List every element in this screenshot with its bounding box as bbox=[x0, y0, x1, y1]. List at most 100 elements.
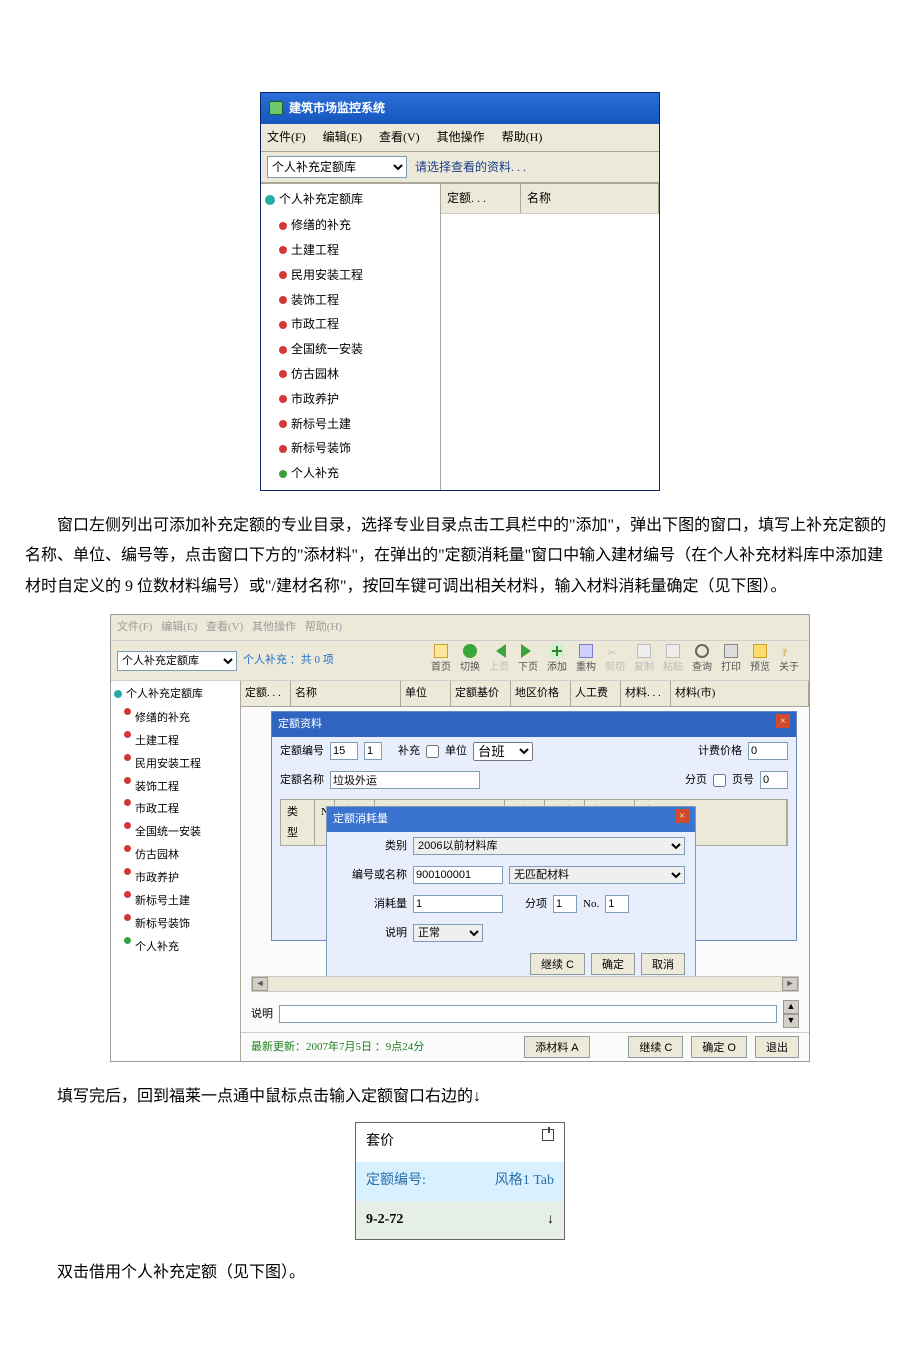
tree-item[interactable]: 民用安装工程 bbox=[124, 753, 237, 776]
name-label: 定额名称 bbox=[280, 770, 324, 791]
tree-item[interactable]: 仿古园林 bbox=[124, 844, 237, 867]
scroll-right-icon[interactable]: ► bbox=[782, 977, 798, 991]
copy-button[interactable]: 复制 bbox=[630, 644, 658, 677]
code2-input[interactable] bbox=[364, 742, 382, 760]
node-icon bbox=[124, 708, 131, 715]
page-no-input[interactable] bbox=[760, 771, 788, 789]
tree-item[interactable]: 民用安装工程 bbox=[279, 263, 436, 288]
main-area: 定额. . . 名称 单位 定额基价 地区价格 人工费 材料. . . 材料(市… bbox=[241, 681, 809, 1061]
tree-root[interactable]: 个人补充定额库 bbox=[265, 188, 436, 211]
vertical-stepper[interactable]: ▲ ▼ bbox=[783, 1000, 799, 1028]
paragraph-3: 双击借用个人补充定额（见下图）。 bbox=[25, 1258, 895, 1288]
sub-input[interactable] bbox=[553, 895, 577, 913]
tree-item[interactable]: 新标号装饰 bbox=[124, 913, 237, 936]
library-select[interactable]: 个人补充定额库 bbox=[117, 651, 237, 671]
match-select[interactable]: 无匹配材料 bbox=[509, 866, 685, 884]
node-icon bbox=[279, 370, 287, 378]
menu-other[interactable]: 其他操作 bbox=[437, 130, 485, 144]
add-button[interactable]: 添加 bbox=[543, 644, 571, 677]
tree-item[interactable]: 市政养护 bbox=[279, 387, 436, 412]
content-area: 个人补充定额库 修缮的补充 土建工程 民用安装工程 装饰工程 市政工程 全国统一… bbox=[261, 183, 659, 490]
exit-button[interactable]: 退出 bbox=[755, 1036, 799, 1058]
code1-input[interactable] bbox=[330, 742, 358, 760]
update-label: 最新更新：2007年7月5日 ：9点24分 bbox=[251, 1037, 424, 1058]
col: 类型 bbox=[281, 800, 315, 846]
menu-view[interactable]: 查看(V) bbox=[206, 621, 243, 633]
category-select[interactable]: 2006以前材料库 bbox=[413, 837, 685, 855]
scroll-left-icon[interactable]: ◄ bbox=[252, 977, 268, 991]
menu-view[interactable]: 查看(V) bbox=[379, 130, 420, 144]
name-input[interactable] bbox=[330, 771, 480, 789]
tree-item[interactable]: 全国统一安装 bbox=[279, 337, 436, 362]
menu-file[interactable]: 文件(F) bbox=[267, 130, 306, 144]
search-button[interactable]: 查询 bbox=[688, 644, 716, 677]
menubar: 文件(F) 编辑(E) 查看(V) 其他操作 帮助(H) bbox=[261, 124, 659, 152]
menu-edit[interactable]: 编辑(E) bbox=[161, 621, 197, 633]
print-button[interactable]: 打印 bbox=[717, 644, 745, 677]
library-select[interactable]: 个人补充定额库 bbox=[267, 156, 407, 178]
prev-button[interactable]: 上页 bbox=[485, 644, 513, 677]
down-arrow-icon[interactable]: ↓ bbox=[547, 1207, 554, 1234]
home-button[interactable]: 首页 bbox=[427, 644, 455, 677]
tree-item[interactable]: 新标号土建 bbox=[124, 890, 237, 913]
tree-item[interactable]: 市政工程 bbox=[124, 798, 237, 821]
desc-select[interactable]: 正常 bbox=[413, 924, 483, 942]
tree-item[interactable]: 装饰工程 bbox=[124, 776, 237, 799]
menu-other[interactable]: 其他操作 bbox=[252, 621, 296, 633]
next-icon bbox=[521, 644, 535, 658]
next-button[interactable]: 下页 bbox=[514, 644, 542, 677]
ok-button[interactable]: 确定 O bbox=[691, 1036, 747, 1058]
horizontal-scrollbar[interactable]: ◄ ► bbox=[251, 976, 799, 992]
close-button[interactable]: × bbox=[675, 809, 689, 823]
price-title: 套价 bbox=[366, 1129, 394, 1156]
node-icon bbox=[124, 845, 131, 852]
app-icon bbox=[269, 101, 283, 115]
tree-item[interactable]: 全国统一安装 bbox=[124, 821, 237, 844]
menu-edit[interactable]: 编辑(E) bbox=[323, 130, 362, 144]
price-input[interactable] bbox=[748, 742, 788, 760]
paragraph-2: 填写完后，回到福莱一点通中鼠标点击输入定额窗口右边的↓ bbox=[25, 1082, 895, 1112]
price-panel: 套价 定额编号: 风格1 Tab 9-2-72 ↓ bbox=[355, 1122, 565, 1240]
tree-root[interactable]: 个人补充定额库 bbox=[114, 684, 237, 705]
menu-file[interactable]: 文件(F) bbox=[117, 621, 152, 633]
grid-header: 定额. . . 名称 单位 定额基价 地区价格 人工费 材料. . . 材料(市… bbox=[241, 681, 809, 707]
continue-button[interactable]: 继续 C bbox=[628, 1036, 683, 1058]
node-icon bbox=[124, 777, 131, 784]
paste-button[interactable]: 粘贴 bbox=[659, 644, 687, 677]
no-input[interactable] bbox=[605, 895, 629, 913]
rebuild-button[interactable]: 重构 bbox=[572, 644, 600, 677]
tree-item[interactable]: 市政养护 bbox=[124, 867, 237, 890]
rebuild-icon bbox=[579, 644, 593, 658]
cut-button[interactable]: ✂剪切 bbox=[601, 644, 629, 677]
tree-item[interactable]: 土建工程 bbox=[279, 238, 436, 263]
add-material-button[interactable]: 添材料 A bbox=[524, 1036, 589, 1058]
menu-help[interactable]: 帮助(H) bbox=[305, 621, 342, 633]
qty-input[interactable] bbox=[413, 895, 503, 913]
tree-item[interactable]: 仿古园林 bbox=[279, 362, 436, 387]
unit-select[interactable]: 台班 bbox=[473, 742, 533, 761]
tree-item[interactable]: 土建工程 bbox=[124, 730, 237, 753]
tree-item[interactable]: 修缮的补充 bbox=[279, 213, 436, 238]
switch-button[interactable]: 切换 bbox=[456, 644, 484, 677]
tree-item[interactable]: 个人补充 bbox=[124, 936, 237, 959]
about-button[interactable]: ?关于 bbox=[775, 644, 803, 677]
dialog-title: 定额消耗量 bbox=[333, 809, 388, 830]
id-input[interactable] bbox=[413, 866, 503, 884]
tree-item[interactable]: 修缮的补充 bbox=[124, 707, 237, 730]
tree-item[interactable]: 装饰工程 bbox=[279, 288, 436, 313]
node-icon bbox=[124, 799, 131, 806]
tree-item[interactable]: 新标号土建 bbox=[279, 412, 436, 437]
close-button[interactable]: × bbox=[776, 714, 790, 728]
page-checkbox[interactable] bbox=[713, 774, 726, 787]
menu-help[interactable]: 帮助(H) bbox=[502, 130, 543, 144]
page-label: 分页 bbox=[685, 770, 707, 791]
desc-input[interactable] bbox=[279, 1005, 777, 1023]
pin-icon[interactable] bbox=[542, 1129, 554, 1141]
toolbar: 个人补充定额库 个人补充 ：共 0 项 首页 切换 上页 下页 添加 重构 ✂剪… bbox=[111, 641, 809, 681]
tree-item[interactable]: 市政工程 bbox=[279, 312, 436, 337]
tree-item[interactable]: 个人补充 bbox=[279, 461, 436, 486]
down-icon[interactable]: ▼ bbox=[783, 1014, 799, 1028]
tree-item[interactable]: 新标号装饰 bbox=[279, 436, 436, 461]
preview-button[interactable]: 预览 bbox=[746, 644, 774, 677]
sup-checkbox[interactable] bbox=[426, 745, 439, 758]
